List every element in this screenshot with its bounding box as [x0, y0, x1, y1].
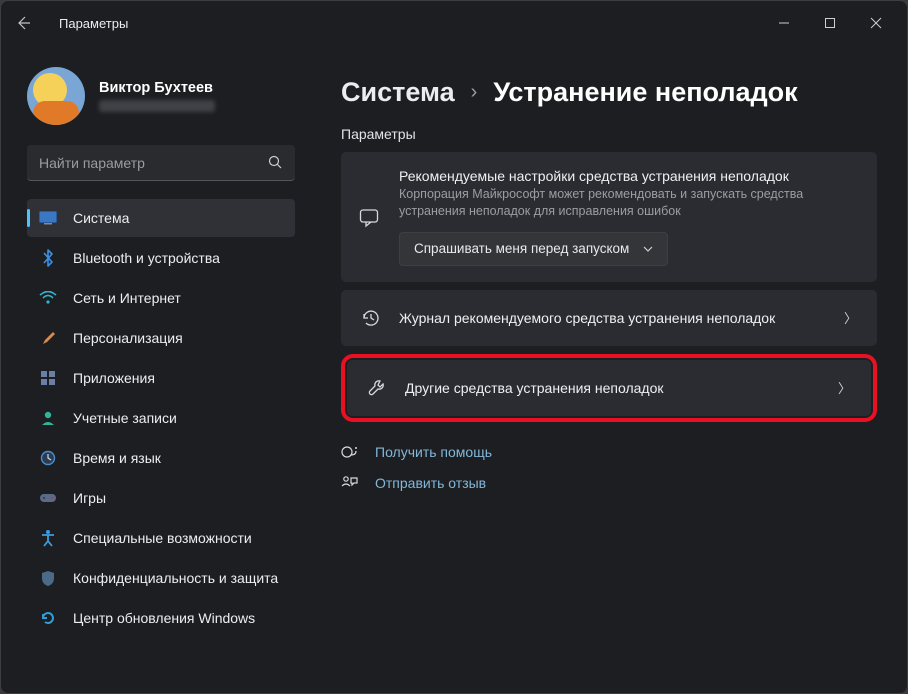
breadcrumb-parent[interactable]: Система	[341, 77, 455, 108]
nav-label: Время и язык	[73, 450, 161, 466]
dropdown-value: Спрашивать меня перед запуском	[414, 241, 629, 256]
account-icon	[39, 409, 57, 427]
card-label: Другие средства устранения неполадок	[405, 380, 820, 396]
nav-accessibility[interactable]: Специальные возможности	[27, 519, 295, 557]
nav-accounts[interactable]: Учетные записи	[27, 399, 295, 437]
nav-time-language[interactable]: Время и язык	[27, 439, 295, 477]
nav-label: Персонализация	[73, 330, 183, 346]
apps-icon	[39, 369, 57, 387]
system-icon	[39, 209, 57, 227]
nav-label: Bluetooth и устройства	[73, 250, 220, 266]
nav-system[interactable]: Система	[27, 199, 295, 237]
main-content: Система › Устранение неполадок Параметры…	[311, 45, 907, 693]
nav-label: Приложения	[73, 370, 155, 386]
brush-icon	[39, 329, 57, 347]
card-label: Журнал рекомендуемого средства устранени…	[399, 310, 826, 326]
nav-apps[interactable]: Приложения	[27, 359, 295, 397]
settings-window: Параметры Виктор Бухтеев	[0, 0, 908, 694]
nav-label: Игры	[73, 490, 106, 506]
search-box[interactable]	[27, 145, 295, 181]
update-icon	[39, 609, 57, 627]
card-subtitle: Корпорация Майкрософт может рекомендоват…	[399, 186, 859, 220]
avatar	[27, 67, 85, 125]
chevron-right-icon: 〉	[844, 308, 857, 327]
help-icon	[341, 444, 359, 461]
nav-personalization[interactable]: Персонализация	[27, 319, 295, 357]
privacy-icon	[39, 569, 57, 587]
nav-label: Центр обновления Windows	[73, 610, 255, 626]
back-button[interactable]	[15, 15, 47, 31]
maximize-button[interactable]	[807, 1, 853, 45]
nav-label: Система	[73, 210, 129, 226]
troubleshoot-history-card[interactable]: Журнал рекомендуемого средства устранени…	[341, 290, 877, 346]
search-icon	[268, 155, 283, 170]
chevron-down-icon	[643, 246, 653, 252]
user-name: Виктор Бухтеев	[99, 80, 215, 96]
other-troubleshooters-card[interactable]: Другие средства устранения неполадок 〉	[347, 360, 871, 416]
footer-links: Получить помощь Отправить отзыв	[341, 444, 877, 492]
nav-label: Учетные записи	[73, 410, 177, 426]
bluetooth-icon	[39, 249, 57, 267]
user-email-blurred	[99, 100, 215, 112]
wifi-icon	[39, 289, 57, 307]
sidebar: Виктор Бухтеев Система Bluetooth и устро…	[1, 45, 311, 693]
nav-label: Специальные возможности	[73, 530, 252, 546]
games-icon	[39, 489, 57, 507]
highlight-ring: Другие средства устранения неполадок 〉	[341, 354, 877, 422]
breadcrumb-current: Устранение неполадок	[493, 77, 797, 108]
search-input[interactable]	[39, 155, 268, 171]
history-icon	[361, 308, 381, 328]
breadcrumb: Система › Устранение неполадок	[341, 77, 877, 108]
titlebar: Параметры	[1, 1, 907, 45]
window-title: Параметры	[59, 16, 128, 31]
wrench-icon	[367, 378, 387, 398]
nav-windows-update[interactable]: Центр обновления Windows	[27, 599, 295, 637]
recommended-settings-card: Рекомендуемые настройки средства устране…	[341, 152, 877, 282]
minimize-button[interactable]	[761, 1, 807, 45]
nav-label: Сеть и Интернет	[73, 290, 181, 306]
nav-label: Конфиденциальность и защита	[73, 570, 278, 586]
link-label: Получить помощь	[375, 444, 492, 460]
send-feedback-link[interactable]: Отправить отзыв	[341, 475, 877, 492]
nav-bluetooth[interactable]: Bluetooth и устройства	[27, 239, 295, 277]
feedback-icon	[341, 475, 359, 492]
troubleshoot-mode-dropdown[interactable]: Спрашивать меня перед запуском	[399, 232, 668, 266]
nav-gaming[interactable]: Игры	[27, 479, 295, 517]
nav-network[interactable]: Сеть и Интернет	[27, 279, 295, 317]
section-label: Параметры	[341, 126, 877, 142]
get-help-link[interactable]: Получить помощь	[341, 444, 877, 461]
chevron-right-icon: 〉	[838, 378, 851, 397]
link-label: Отправить отзыв	[375, 475, 486, 491]
close-button[interactable]	[853, 1, 899, 45]
chevron-right-icon: ›	[471, 81, 478, 104]
time-icon	[39, 449, 57, 467]
chat-icon	[359, 208, 381, 266]
card-title: Рекомендуемые настройки средства устране…	[399, 168, 859, 184]
nav-list: Система Bluetooth и устройства Сеть и Ин…	[27, 199, 295, 637]
nav-privacy[interactable]: Конфиденциальность и защита	[27, 559, 295, 597]
accessibility-icon	[39, 529, 57, 547]
user-profile[interactable]: Виктор Бухтеев	[27, 67, 295, 125]
